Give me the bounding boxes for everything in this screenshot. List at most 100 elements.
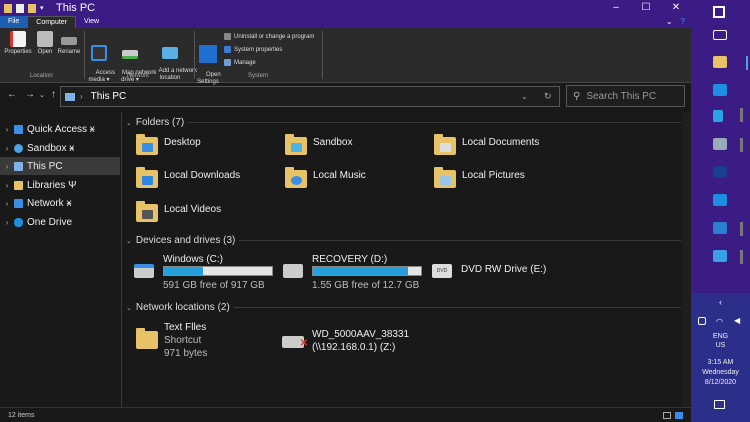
- forward-button[interactable]: →: [25, 89, 35, 100]
- open-icon: [37, 31, 53, 47]
- show-hidden-icons-icon[interactable]: ‹: [691, 297, 750, 307]
- network-item-name: Text Flles: [164, 322, 207, 333]
- folder-item-local-music[interactable]: Local Music: [285, 167, 366, 188]
- up-button[interactable]: ↑: [51, 89, 56, 100]
- group-label-network: Network: [127, 73, 150, 79]
- help-icon[interactable]: ?: [681, 16, 685, 28]
- search-box[interactable]: ⚲ Search This PC: [566, 85, 685, 107]
- address-bar[interactable]: › This PC ⌄ ↻: [60, 86, 560, 107]
- taskbar-grip: [740, 138, 743, 152]
- add-network-location-button[interactable]: Add a network location: [149, 31, 197, 89]
- expand-chevron-icon[interactable]: ›: [0, 162, 14, 171]
- language-indicator[interactable]: ENG: [691, 333, 750, 340]
- dropdown-icon[interactable]: ▾: [40, 4, 46, 13]
- folder-item-local-pictures[interactable]: Local Pictures: [434, 167, 525, 188]
- minimize-button[interactable]: –: [601, 0, 631, 16]
- ribbon: Properties Open Rename Location Access m…: [0, 28, 691, 85]
- properties-button[interactable]: Properties: [4, 31, 32, 56]
- breadcrumb-this-pc[interactable]: This PC: [91, 91, 127, 102]
- remote-desktop-icon[interactable]: [713, 250, 727, 262]
- details-view-icon[interactable]: [663, 411, 671, 419]
- access-media-icon: [91, 45, 107, 61]
- section-header-network[interactable]: ⌄ Network locations (2): [126, 302, 681, 313]
- wifi-icon[interactable]: ◠: [716, 317, 723, 326]
- sidebar-item-libraries[interactable]: › Libraries Ψ: [0, 176, 120, 194]
- file-explorer-taskbar-icon[interactable]: [713, 56, 727, 68]
- sidebar-item-this-pc[interactable]: › This PC: [0, 157, 120, 175]
- sidebar-item-quick-access[interactable]: › Quick Access ӿ: [0, 120, 120, 138]
- ribbon-separator: [84, 31, 85, 79]
- network-item-text-files[interactable]: Text Flles Shortcut 971 bytes: [136, 321, 207, 360]
- maximize-button[interactable]: ☐: [631, 0, 661, 16]
- collapse-ribbon-icon[interactable]: ⌄: [666, 16, 673, 28]
- folder-item-sandbox[interactable]: Sandbox: [285, 134, 352, 155]
- uninstall-program-button[interactable]: Uninstall or change a program: [224, 33, 314, 40]
- network-item-wd-drive[interactable]: ✕ WD_5000AAV_38331 (\\192.168.0.1) (Z:): [282, 328, 409, 354]
- expand-chevron-icon[interactable]: ›: [0, 144, 14, 153]
- expand-chevron-icon[interactable]: ›: [0, 199, 14, 208]
- network-item-name: WD_5000AAV_38331: [312, 329, 410, 340]
- tab-computer[interactable]: Computer: [27, 15, 77, 29]
- back-button[interactable]: ←: [7, 89, 17, 100]
- clock-date[interactable]: 8/12/2020: [691, 379, 750, 386]
- powershell-icon[interactable]: [713, 166, 727, 178]
- folder-icon[interactable]: [4, 3, 12, 13]
- large-icons-view-icon[interactable]: [675, 411, 683, 419]
- refresh-icon[interactable]: ↻: [544, 91, 552, 102]
- search-icon: ⚲: [573, 90, 581, 102]
- folder-item-local-videos[interactable]: Local Videos: [136, 201, 221, 222]
- search-input[interactable]: Search This PC: [586, 91, 656, 102]
- folder-item-local-downloads[interactable]: Local Downloads: [136, 167, 240, 188]
- collapse-chevron-icon: ⌄: [126, 119, 132, 127]
- task-view-icon[interactable]: [713, 30, 727, 40]
- sidebar-item-network[interactable]: › Network ӿ: [0, 194, 120, 212]
- address-dropdown-icon[interactable]: ⌄: [521, 92, 528, 101]
- drive-item-recovery-d[interactable]: RECOVERY (D:) 1.55 GB free of 12.7 GB: [283, 254, 433, 294]
- drive-item-windows-c[interactable]: Windows (C:) 591 GB free of 917 GB: [134, 254, 284, 294]
- folder-item-local-documents[interactable]: Local Documents: [434, 134, 539, 155]
- recent-locations-icon[interactable]: ⌄: [39, 91, 45, 99]
- section-divider: [188, 122, 681, 123]
- properties-small-icon[interactable]: [16, 3, 24, 13]
- app-icon-notes[interactable]: [713, 138, 727, 150]
- expand-chevron-icon[interactable]: ›: [0, 218, 14, 227]
- volume-icon[interactable]: ◀: [734, 316, 740, 325]
- region-indicator[interactable]: US: [691, 342, 750, 349]
- tab-view[interactable]: View: [76, 16, 107, 28]
- open-button[interactable]: Open: [34, 31, 56, 56]
- app-icon-blue[interactable]: [713, 84, 727, 96]
- notifications-icon[interactable]: [714, 400, 725, 409]
- dvd-drive-icon: DVD: [432, 264, 452, 278]
- app-icon-puzzle[interactable]: [713, 110, 723, 122]
- clock-day[interactable]: Wednesday: [691, 369, 750, 376]
- network-tray-icon[interactable]: [698, 317, 706, 325]
- section-header-folders[interactable]: ⌄ Folders (7): [126, 117, 681, 128]
- videos-folder-icon: [136, 201, 158, 222]
- properties-icon: [10, 31, 26, 47]
- network-item-size: 971 bytes: [164, 348, 208, 359]
- system-properties-button[interactable]: System properties: [224, 46, 282, 53]
- sidebar-item-sandbox[interactable]: › Sandbox ӿ: [0, 139, 120, 157]
- drive-item-dvd-e[interactable]: DVD DVD RW Drive (E:): [432, 254, 582, 294]
- tab-file[interactable]: File: [0, 16, 28, 28]
- open-settings-button[interactable]: Open Settings: [196, 31, 221, 93]
- close-button[interactable]: ✕: [661, 0, 691, 16]
- photos-icon[interactable]: [713, 222, 727, 234]
- section-header-drives[interactable]: ⌄ Devices and drives (3): [126, 235, 681, 246]
- new-folder-icon[interactable]: [28, 3, 36, 13]
- sidebar-item-one-drive[interactable]: › One Drive: [0, 213, 120, 231]
- folder-item-desktop[interactable]: Desktop: [136, 134, 201, 155]
- onedrive-icon: [14, 217, 23, 227]
- rename-button[interactable]: Rename: [57, 31, 81, 56]
- map-network-drive-button[interactable]: Map network drive ▾: [112, 31, 156, 91]
- expand-chevron-icon[interactable]: ›: [0, 181, 14, 190]
- title-bar: ▾ This PC – ☐ ✕: [0, 0, 691, 16]
- mail-icon[interactable]: [713, 194, 727, 206]
- vertical-scrollbar[interactable]: [682, 112, 691, 407]
- manage-button[interactable]: Manage: [224, 59, 256, 66]
- clock-time[interactable]: 3:15 AM: [691, 359, 750, 366]
- expand-chevron-icon[interactable]: ›: [0, 125, 14, 134]
- access-media-button[interactable]: Access media ▾: [86, 31, 115, 91]
- sandbox-icon: [14, 143, 23, 153]
- windows-start-icon[interactable]: [713, 6, 725, 18]
